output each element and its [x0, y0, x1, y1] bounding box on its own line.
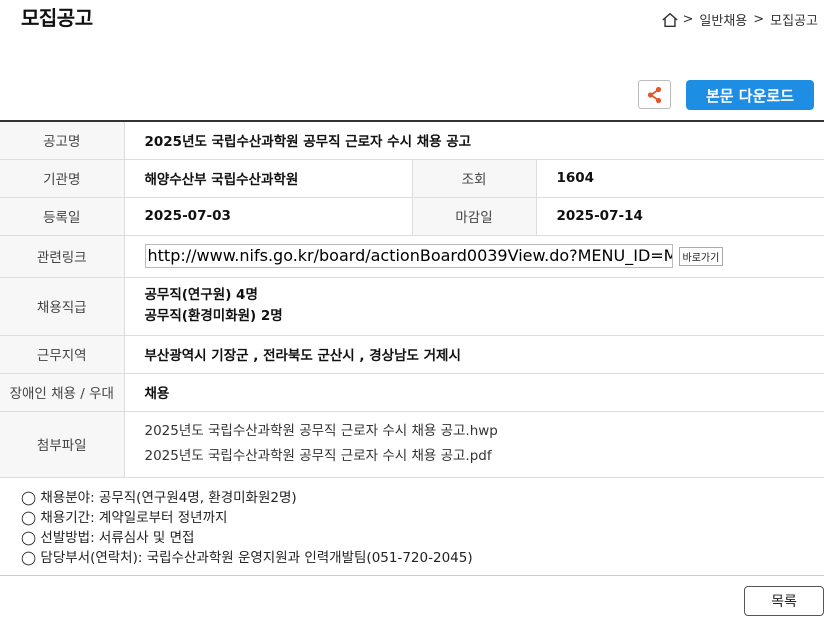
reg-date-value: 2025-07-03: [124, 197, 413, 236]
position-label: 채용직급: [0, 277, 125, 336]
attachment-link-hwp[interactable]: 2025년도 국립수산과학원 공무직 근로자 수시 채용 공고.hwp: [145, 419, 824, 444]
note-item: ◯ 담당부서(연락처): 국립수산과학원 운영지원과 인력개발팀(051-720…: [21, 550, 473, 566]
breadcrumb: > 일반채용 > 모집공고: [661, 10, 824, 29]
deadline-value: 2025-07-14: [536, 197, 824, 236]
share-button[interactable]: [638, 80, 671, 109]
attachment-link-pdf[interactable]: 2025년도 국립수산과학원 공무직 근로자 수시 채용 공고.pdf: [145, 444, 824, 469]
link-label: 관련링크: [0, 235, 125, 278]
org-label: 기관명: [0, 159, 125, 198]
title-label: 공고명: [0, 121, 125, 160]
share-icon: [647, 86, 661, 103]
position-item: 공무직(환경미화원) 2명: [144, 308, 283, 324]
position-item: 공무직(연구원) 4명: [144, 287, 258, 303]
page-title: 모집공고: [21, 6, 93, 30]
org-value: 해양수산부 국립수산과학원: [124, 159, 413, 198]
table-row: 근무지역 부산광역시 기장군 , 전라북도 군산시 , 경상남도 거제시: [0, 335, 824, 374]
note-item: ◯ 채용기간: 계약일로부터 정년까지: [21, 510, 228, 526]
download-body-button[interactable]: 본문 다운로드: [686, 80, 814, 110]
breadcrumb-separator: >: [682, 12, 694, 27]
note-item: ◯ 채용분야: 공무직(연구원4명, 환경미화원2명): [21, 490, 297, 506]
table-row: 기관명 해양수산부 국립수산과학원 조회 1604: [0, 159, 824, 198]
related-link-field[interactable]: http://www.nifs.go.kr/board/actionBoard0…: [144, 244, 673, 268]
table-row: 채용직급 공무직(연구원) 4명 공무직(환경미화원) 2명: [0, 277, 824, 336]
views-value: 1604: [536, 159, 824, 198]
region-value: 부산광역시 기장군 , 전라북도 군산시 , 경상남도 거제시: [124, 335, 824, 374]
table-row: 공고명 2025년도 국립수산과학원 공무직 근로자 수시 채용 공고: [0, 121, 824, 160]
notice-info-table: 공고명 2025년도 국립수산과학원 공무직 근로자 수시 채용 공고 기관명 …: [0, 120, 824, 478]
breadcrumb-separator: >: [753, 12, 765, 27]
divider: [0, 575, 824, 576]
note-item: ◯ 선발방법: 서류심사 및 면접: [21, 530, 195, 546]
reg-date-label: 등록일: [0, 197, 125, 236]
disabled-hiring-value: 채용: [124, 373, 824, 412]
breadcrumb-item-recruitment[interactable]: 모집공고: [770, 10, 818, 29]
list-button[interactable]: 목록: [744, 586, 824, 616]
views-label: 조회: [412, 159, 537, 198]
recruitment-notes: ◯ 채용분야: 공무직(연구원4명, 환경미화원2명) ◯ 채용기간: 계약일로…: [21, 488, 473, 568]
deadline-label: 마감일: [412, 197, 537, 236]
table-row: 등록일 2025-07-03 마감일 2025-07-14: [0, 197, 824, 236]
region-label: 근무지역: [0, 335, 125, 374]
title-value: 2025년도 국립수산과학원 공무직 근로자 수시 채용 공고: [124, 121, 824, 160]
disabled-hiring-label: 장애인 채용 / 우대: [0, 373, 125, 412]
go-to-link-button[interactable]: 바로가기: [678, 246, 724, 266]
table-row: 관련링크 http://www.nifs.go.kr/board/actionB…: [0, 235, 824, 278]
home-icon[interactable]: [661, 11, 679, 29]
attachment-label: 첨부파일: [0, 411, 125, 478]
table-row: 장애인 채용 / 우대 채용: [0, 373, 824, 412]
table-row: 첨부파일 2025년도 국립수산과학원 공무직 근로자 수시 채용 공고.hwp…: [0, 411, 824, 478]
breadcrumb-item-general-hiring[interactable]: 일반채용: [699, 10, 747, 29]
